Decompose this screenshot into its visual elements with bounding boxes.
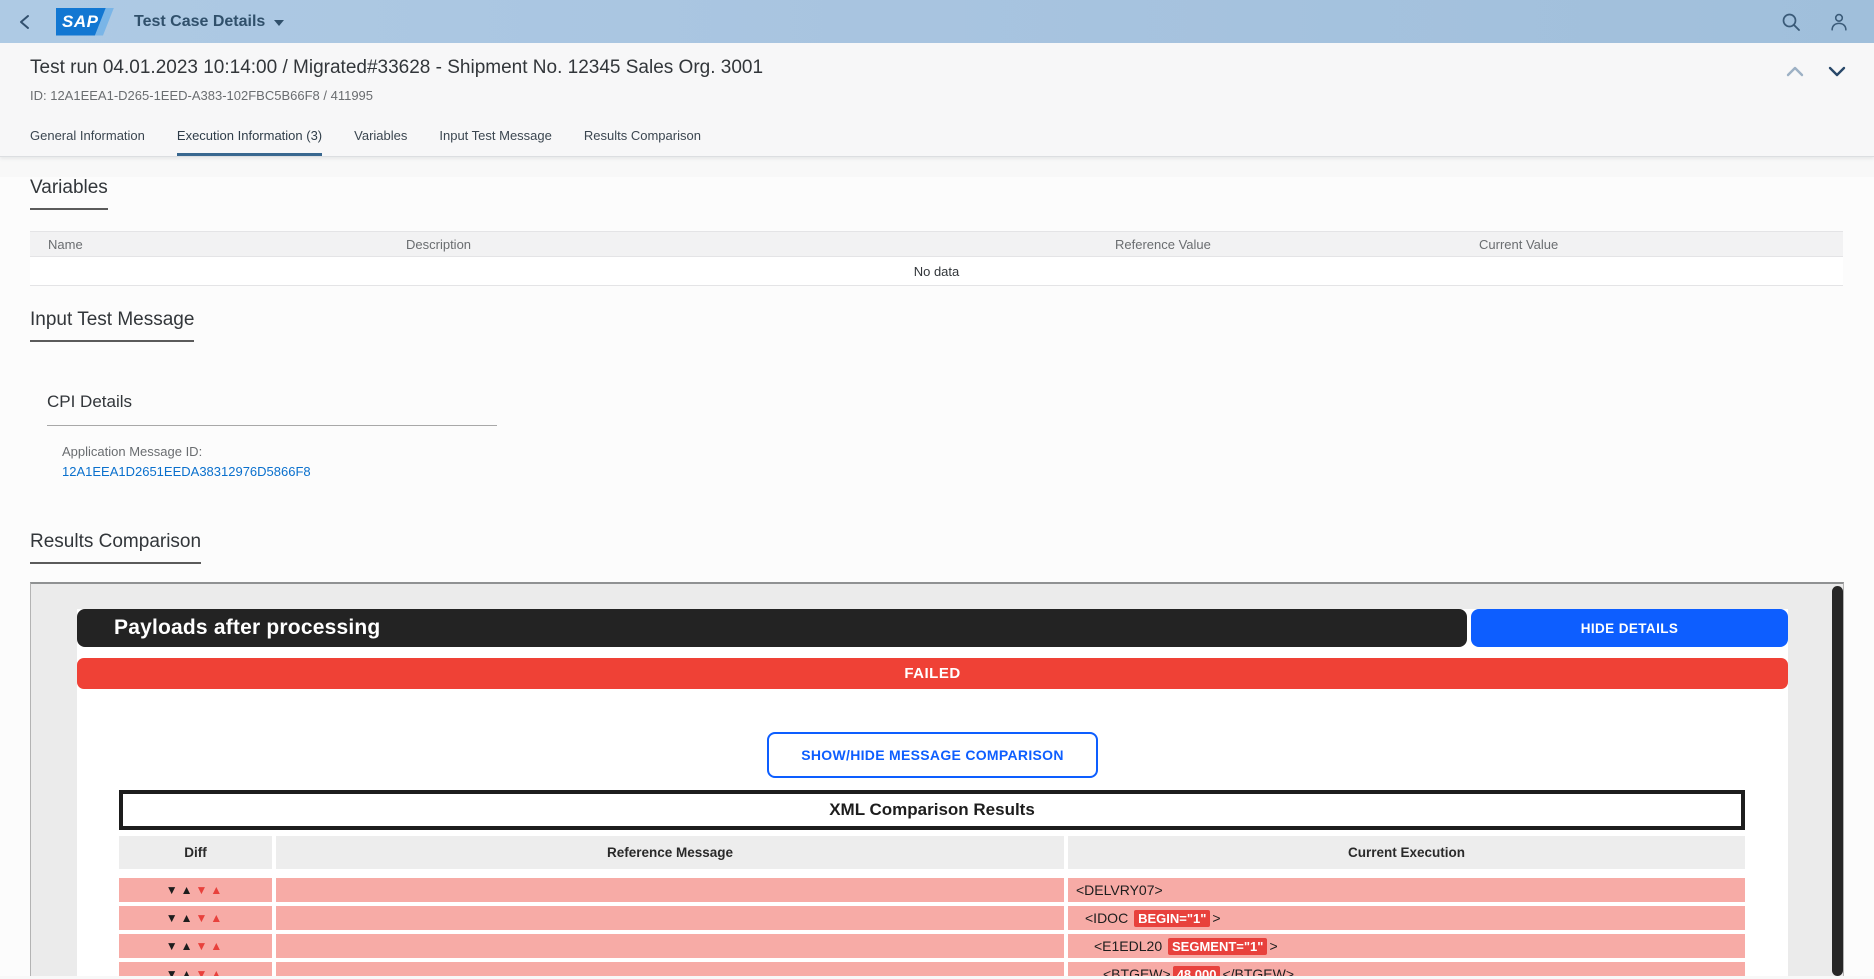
search-icon[interactable] — [1780, 11, 1802, 33]
xml-text: > — [1269, 938, 1277, 954]
app-title-menu[interactable]: Test Case Details — [134, 13, 284, 31]
cpi-details-title: CPI Details — [47, 392, 497, 412]
xml-comparison-results-title: XML Comparison Results — [119, 790, 1745, 830]
cpi-details-block: CPI Details — [47, 392, 497, 426]
tab-input-test-message[interactable]: Input Test Message — [439, 128, 552, 156]
diff-triangle-icon: ▼ — [166, 939, 181, 953]
diff-highlight: BEGIN="1" — [1134, 910, 1210, 927]
xml-text: > — [1212, 910, 1220, 926]
diff-triangle-icon: ▲ — [210, 967, 225, 976]
diff-markers-cell: ▼▲▼▲ — [119, 934, 272, 958]
diff-triangle-icon: ▼ — [166, 911, 181, 925]
current-execution-cell: <BTGEW>48.000</BTGEW> — [1068, 962, 1745, 976]
current-execution-cell: <DELVRY07> — [1068, 878, 1745, 902]
page-subtitle-id: ID: 12A1EEA1-D265-1EED-A383-102FBC5B66F8… — [30, 88, 1843, 119]
user-profile-icon[interactable] — [1828, 11, 1850, 33]
back-icon[interactable] — [16, 12, 36, 32]
diff-triangle-icon: ▲ — [181, 883, 196, 897]
chevron-up-icon[interactable] — [1784, 63, 1806, 79]
variables-column-name: Name — [30, 237, 388, 252]
diff-triangle-icon: ▲ — [210, 883, 225, 897]
current-execution-cell: <E1EDL20 SEGMENT="1"> — [1068, 934, 1745, 958]
xml-diff-row: ▼▲▼▲<IDOC BEGIN="1"> — [119, 906, 1745, 930]
header-collapse-controls — [1784, 63, 1848, 79]
application-message-id-link[interactable]: 12A1EEA1D2651EEDA38312976D5866F8 — [62, 464, 311, 479]
page-content: Variables NameDescriptionReference Value… — [0, 177, 1874, 976]
hide-details-button[interactable]: HIDE DETAILS — [1471, 609, 1788, 647]
xml-text: </BTGEW> — [1222, 966, 1294, 976]
diff-triangle-icon: ▲ — [181, 967, 196, 976]
diff-highlight: 48.000 — [1173, 966, 1221, 976]
reference-message-cell — [276, 934, 1064, 958]
xml-table-rows: ▼▲▼▲<DELVRY07>▼▲▼▲<IDOC BEGIN="1">▼▲▼▲<E… — [119, 878, 1745, 976]
xml-diff-row: ▼▲▼▲<DELVRY07> — [119, 878, 1745, 902]
show-hide-message-comparison-button[interactable]: SHOW/HIDE MESSAGE COMPARISON — [767, 732, 1098, 778]
xml-text: <BTGEW> — [1103, 966, 1171, 976]
variables-table-header: NameDescriptionReference ValueCurrent Va… — [30, 231, 1843, 257]
tab-general-information[interactable]: General Information — [30, 128, 145, 156]
variables-table: NameDescriptionReference ValueCurrent Va… — [30, 231, 1843, 286]
current-execution-cell: <IDOC BEGIN="1"> — [1068, 906, 1745, 930]
xml-column-diff: Diff — [119, 836, 272, 869]
xml-table-header: DiffReference MessageCurrent Execution — [119, 836, 1745, 869]
xml-column-current-execution: Current Execution — [1068, 836, 1745, 869]
reference-message-cell — [276, 906, 1064, 930]
payloads-header-bar: Payloads after processing — [77, 609, 1467, 647]
report-vertical-scrollbar[interactable] — [1832, 586, 1843, 976]
variables-section: Variables — [30, 177, 1843, 210]
status-failed-banner: FAILED — [77, 658, 1788, 689]
sap-logo-text: SAP — [62, 12, 98, 32]
diff-triangle-icon: ▼ — [196, 939, 211, 953]
shell-bar: SAP Test Case Details — [0, 0, 1874, 43]
tab-execution-information-3[interactable]: Execution Information (3) — [177, 128, 322, 156]
diff-markers-cell: ▼▲▼▲ — [119, 962, 272, 976]
app-title: Test Case Details — [134, 13, 265, 31]
input-test-message-title: Input Test Message — [30, 309, 194, 342]
sap-logo[interactable]: SAP — [56, 8, 114, 36]
tab-bar: General Information Execution Information… — [0, 119, 1874, 157]
diff-triangle-icon: ▼ — [196, 911, 211, 925]
results-comparison-title: Results Comparison — [30, 531, 201, 564]
reference-message-cell — [276, 962, 1064, 976]
page-title: Test run 04.01.2023 10:14:00 / Migrated#… — [30, 57, 1843, 79]
diff-triangle-icon: ▲ — [181, 939, 196, 953]
chevron-down-icon[interactable] — [1826, 63, 1848, 79]
diff-markers-cell: ▼▲▼▲ — [119, 878, 272, 902]
xml-text: <IDOC — [1085, 910, 1132, 926]
diff-markers-cell: ▼▲▼▲ — [119, 906, 272, 930]
diff-triangle-icon: ▼ — [166, 967, 181, 976]
input-test-message-section: Input Test Message — [30, 309, 1843, 342]
diff-triangle-icon: ▲ — [210, 939, 225, 953]
variables-column-reference-value: Reference Value — [1097, 237, 1461, 252]
tab-variables[interactable]: Variables — [354, 128, 407, 156]
variables-column-current-value: Current Value — [1461, 237, 1843, 252]
reference-message-cell — [276, 878, 1064, 902]
title-caret-icon — [274, 20, 284, 26]
xml-text: <E1EDL20 — [1094, 938, 1166, 954]
diff-triangle-icon: ▲ — [181, 911, 196, 925]
variables-no-data: No data — [30, 257, 1843, 286]
application-message-id-label: Application Message ID: — [62, 444, 1843, 459]
results-comparison-section: Results Comparison — [30, 531, 1843, 564]
diff-triangle-icon: ▼ — [196, 883, 211, 897]
xml-diff-row: ▼▲▼▲<BTGEW>48.000</BTGEW> — [119, 962, 1745, 976]
variables-column-description: Description — [388, 237, 1097, 252]
diff-triangle-icon: ▼ — [166, 883, 181, 897]
page-header: Test run 04.01.2023 10:14:00 / Migrated#… — [0, 43, 1874, 119]
xml-diff-row: ▼▲▼▲<E1EDL20 SEGMENT="1"> — [119, 934, 1745, 958]
tab-results-comparison[interactable]: Results Comparison — [584, 128, 701, 156]
xml-text: <DELVRY07> — [1076, 882, 1163, 898]
diff-triangle-icon: ▼ — [196, 967, 211, 976]
diff-triangle-icon: ▲ — [210, 911, 225, 925]
results-report-frame: Payloads after processing HIDE DETAILS F… — [30, 582, 1844, 976]
diff-highlight: SEGMENT="1" — [1168, 938, 1267, 955]
xml-column-reference-message: Reference Message — [276, 836, 1064, 869]
variables-section-title: Variables — [30, 177, 108, 210]
